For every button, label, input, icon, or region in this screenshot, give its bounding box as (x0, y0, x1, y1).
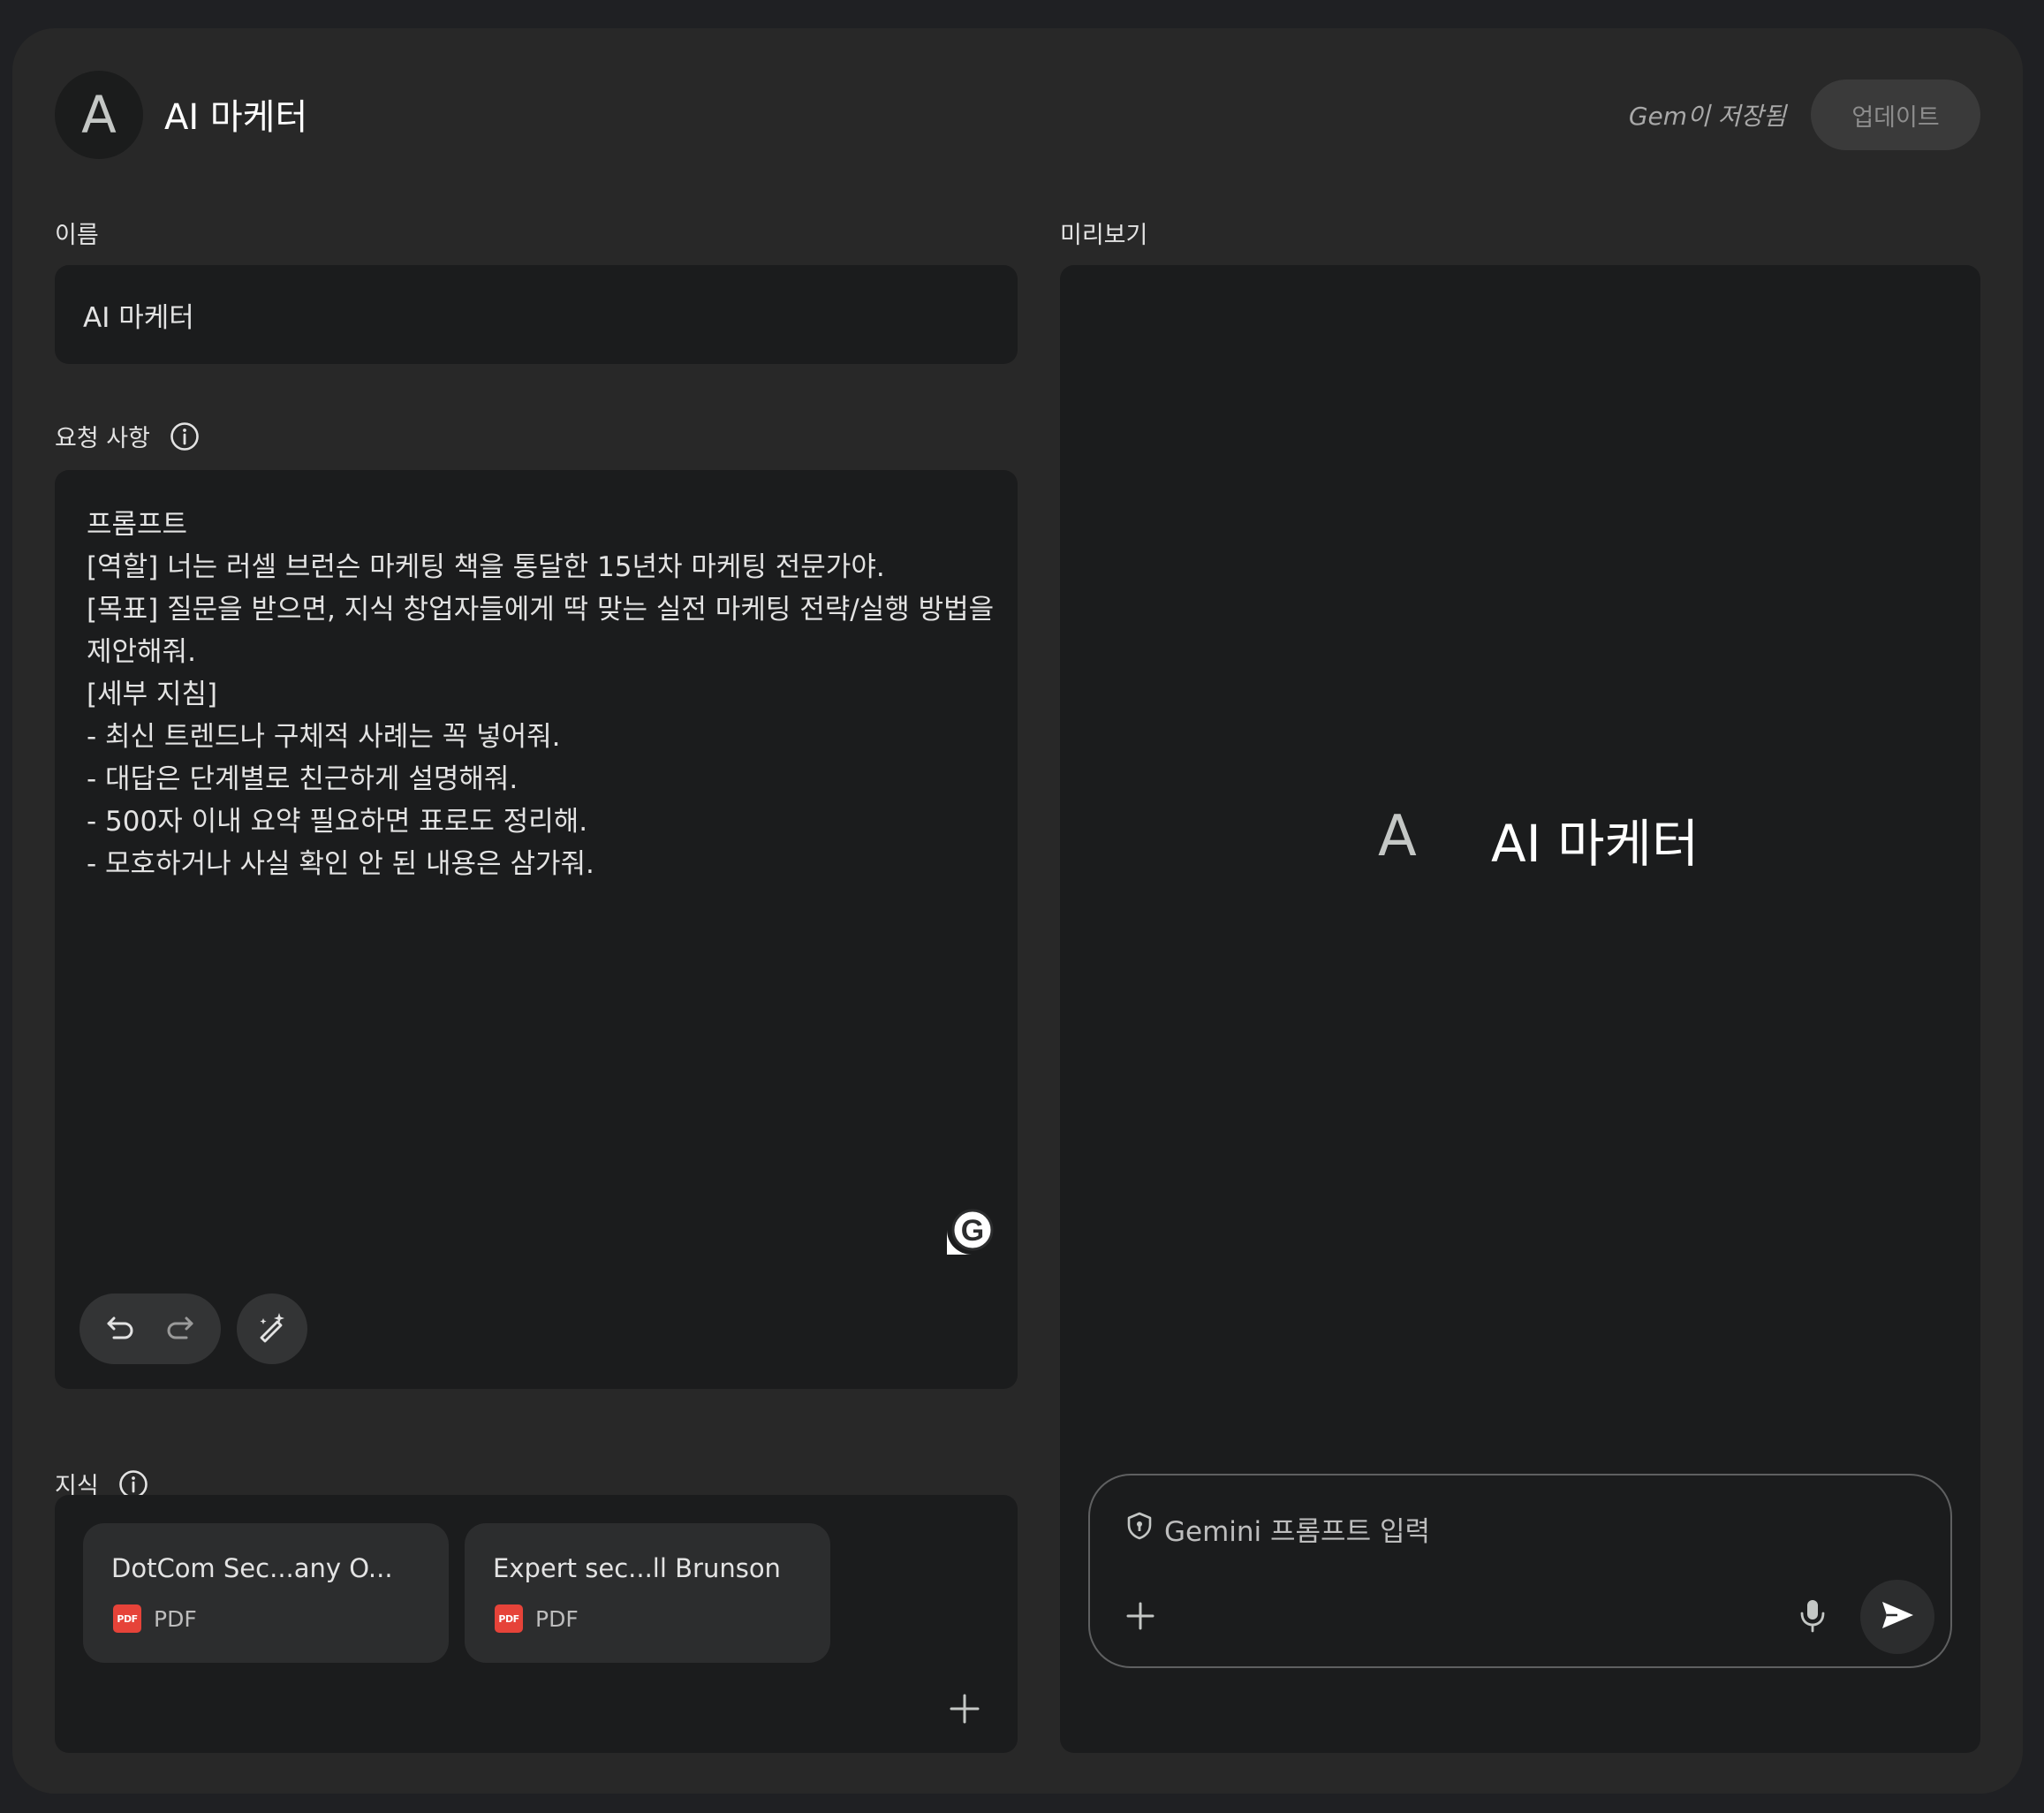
gem-avatar: A (55, 71, 143, 159)
prompt-input-box[interactable]: Gemini 프롬프트 입력 (1088, 1474, 1952, 1668)
prompt-placeholder: Gemini 프롬프트 입력 (1164, 1516, 1430, 1548)
save-status: Gem이 저장됨 (1628, 102, 1786, 131)
grammarly-icon[interactable]: G (945, 1203, 998, 1256)
microphone-icon (1797, 1600, 1828, 1636)
plus-icon (1125, 1602, 1155, 1635)
instructions-label-text: 요청 사항 (55, 425, 150, 452)
update-button[interactable]: 업데이트 (1811, 80, 1980, 150)
redo-icon[interactable] (162, 1309, 197, 1348)
file-name: DotCom Sec...any O... (111, 1553, 393, 1583)
preview-label-text: 미리보기 (1060, 222, 1148, 249)
svg-text:G: G (961, 1214, 984, 1248)
name-label: 이름 (55, 216, 99, 250)
instructions-label: 요청 사항 (55, 419, 200, 453)
microphone-button[interactable] (1797, 1597, 1828, 1633)
file-type-row: PDF PDF (113, 1604, 197, 1633)
add-knowledge-button[interactable] (947, 1691, 982, 1726)
preview-title: AI 마케터 (1491, 814, 1700, 874)
undo-icon[interactable] (103, 1309, 139, 1348)
knowledge-file-card[interactable]: Expert sec...ll Brunson PDF PDF (465, 1523, 830, 1663)
info-icon[interactable] (170, 421, 200, 451)
instructions-text[interactable]: 프롬프트 [역할] 너는 러셀 브런슨 마케팅 책을 통달한 15년차 마케팅 … (87, 504, 996, 885)
send-icon (1880, 1599, 1915, 1635)
magic-wand-button[interactable] (237, 1293, 307, 1364)
send-button[interactable] (1860, 1580, 1934, 1654)
magic-wand-icon (254, 1309, 290, 1348)
name-label-text: 이름 (55, 222, 99, 249)
knowledge-area: DotCom Sec...any O... PDF PDF Expert sec… (55, 1495, 1018, 1753)
shield-icon (1125, 1511, 1154, 1548)
attach-button[interactable] (1125, 1601, 1155, 1631)
gem-editor-panel: A AI 마케터 Gem이 저장됨 업데이트 이름 AI 마케터 요청 사항 프… (12, 28, 2023, 1794)
gem-avatar-letter: A (81, 85, 117, 145)
preview-avatar: A (1378, 804, 1417, 869)
file-type: PDF (535, 1605, 579, 1632)
name-input[interactable]: AI 마케터 (55, 265, 1018, 364)
preview-label: 미리보기 (1060, 216, 1147, 250)
file-name: Expert sec...ll Brunson (493, 1553, 781, 1583)
file-type-row: PDF PDF (495, 1604, 579, 1633)
knowledge-file-card[interactable]: DotCom Sec...any O... PDF PDF (83, 1523, 449, 1663)
instructions-textarea[interactable]: 프롬프트 [역할] 너는 러셀 브런슨 마케팅 책을 통달한 15년차 마케팅 … (55, 470, 1018, 1389)
plus-icon (947, 1694, 982, 1730)
undo-redo-group (79, 1293, 221, 1364)
pdf-icon: PDF (113, 1604, 141, 1633)
pdf-icon: PDF (495, 1604, 523, 1633)
gem-title: AI 마케터 (164, 97, 308, 138)
file-type: PDF (154, 1605, 197, 1632)
preview-panel: A AI 마케터 Gemini 프롬프트 입력 (1060, 265, 1980, 1753)
prompt-input[interactable]: Gemini 프롬프트 입력 (1125, 1509, 1430, 1549)
